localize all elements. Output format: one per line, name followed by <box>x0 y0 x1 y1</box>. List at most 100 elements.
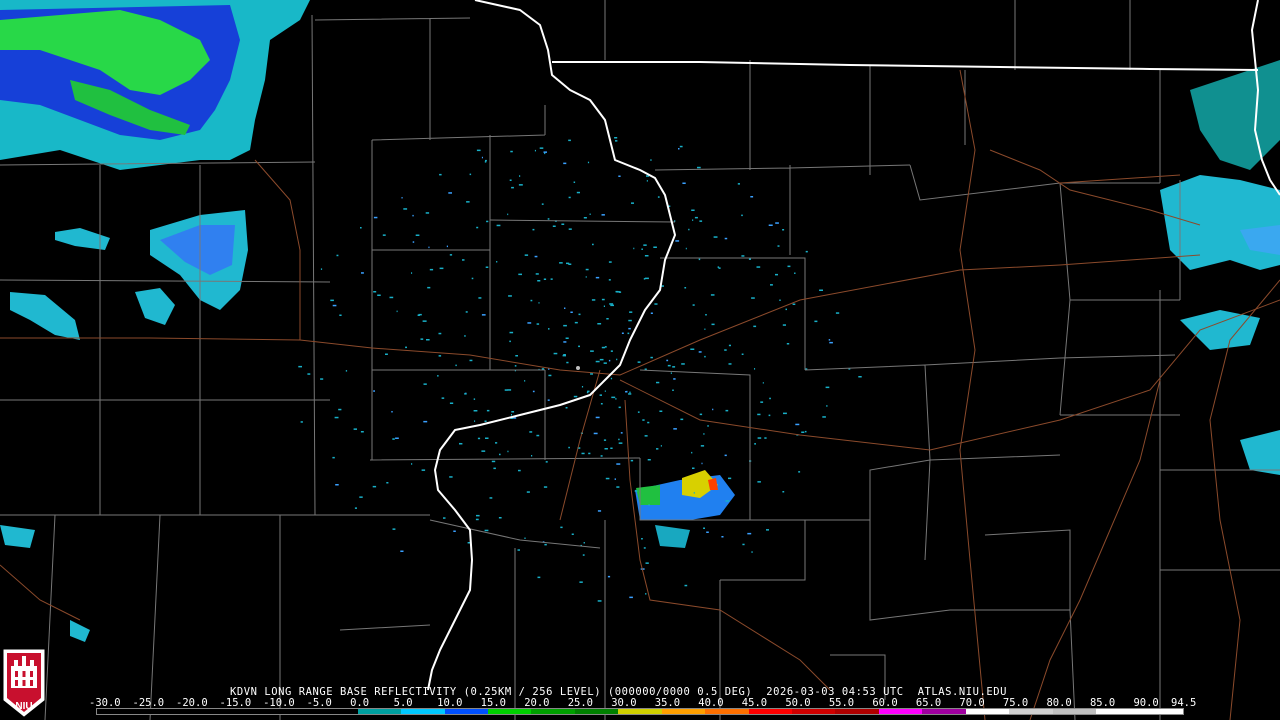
clutter-speck <box>647 459 651 461</box>
clutter-speck <box>334 416 339 419</box>
clutter-speck <box>717 266 720 268</box>
clutter-speck <box>678 148 680 150</box>
clutter-speck <box>814 320 818 323</box>
clutter-speck <box>630 459 634 462</box>
clutter-speck <box>618 406 621 409</box>
clutter-speck <box>469 359 473 362</box>
clutter-speck <box>389 296 394 299</box>
clutter-speck <box>692 467 695 469</box>
clutter-speck <box>615 398 617 400</box>
clutter-speck <box>629 391 631 394</box>
clutter-speck <box>643 547 646 549</box>
clutter-speck <box>539 147 544 149</box>
clutter-speck <box>737 183 740 185</box>
clutter-speck <box>573 395 578 398</box>
colorbar-segment <box>792 709 836 714</box>
clutter-speck <box>478 297 482 299</box>
colorbar-segment <box>357 709 402 714</box>
clutter-speck <box>641 248 643 250</box>
colorbar-segment <box>314 709 358 714</box>
clutter-speck <box>581 452 585 455</box>
clutter-speck <box>320 268 323 270</box>
clutter-speck <box>485 437 489 439</box>
clutter-speck <box>618 438 620 441</box>
clutter-speck <box>563 324 567 327</box>
clutter-speck <box>766 529 769 531</box>
clutter-speck <box>536 434 540 437</box>
clutter-speck <box>504 389 508 391</box>
clutter-speck <box>604 390 606 392</box>
colorbar-segment <box>401 709 445 714</box>
clutter-speck <box>568 196 571 199</box>
clutter-speck <box>511 186 514 189</box>
clutter-speck <box>753 325 757 328</box>
clutter-speck <box>645 562 649 564</box>
clutter-speck <box>825 386 830 389</box>
colorbar-segment <box>922 709 966 714</box>
clutter-speck <box>747 532 752 535</box>
clutter-speck <box>495 442 498 444</box>
clutter-speck <box>795 423 800 426</box>
clutter-speck <box>515 355 518 357</box>
clutter-speck <box>728 344 731 347</box>
clutter-speck <box>534 149 536 152</box>
clutter-speck <box>453 530 456 532</box>
clutter-speck <box>332 456 335 459</box>
clutter-speck <box>570 311 573 313</box>
clutter-speck <box>616 358 618 361</box>
clutter-speck <box>588 452 591 455</box>
clutter-speck <box>552 225 556 227</box>
clutter-speck <box>486 409 490 412</box>
clutter-speck <box>684 584 688 587</box>
clutter-speck <box>438 355 442 357</box>
clutter-speck <box>443 517 446 519</box>
clutter-speck <box>603 305 605 307</box>
clutter-speck <box>527 322 532 324</box>
clutter-speck <box>336 254 339 257</box>
clutter-speck <box>672 366 676 368</box>
clutter-speck <box>692 304 695 306</box>
colorbar-segment <box>965 709 1010 714</box>
clutter-speck <box>704 328 706 330</box>
clutter-speck <box>650 312 653 314</box>
clutter-speck <box>591 299 596 301</box>
clutter-speck <box>597 323 602 325</box>
clutter-speck <box>741 214 743 217</box>
clutter-speck <box>603 362 607 364</box>
clutter-speck <box>392 438 395 440</box>
clutter-speck <box>485 159 487 162</box>
clutter-speck <box>537 280 541 282</box>
colorbar-segment <box>748 709 792 714</box>
clutter-speck <box>439 173 442 176</box>
clutter-speck <box>550 278 553 280</box>
clutter-speck <box>724 349 727 351</box>
clutter-speck <box>335 484 339 486</box>
clutter-speck <box>607 575 611 578</box>
clutter-speck <box>628 319 632 322</box>
clutter-speck <box>712 408 714 411</box>
clutter-speck <box>614 137 618 139</box>
clutter-speck <box>307 373 311 375</box>
clutter-speck <box>673 428 677 430</box>
clutter-speck <box>590 350 594 352</box>
clutter-speck <box>610 377 613 380</box>
clutter-speck <box>601 298 605 301</box>
clutter-speck <box>438 332 442 335</box>
clutter-speck <box>566 361 569 364</box>
clutter-speck <box>429 268 434 271</box>
clutter-speck <box>484 420 487 422</box>
clutter-speck <box>518 273 522 276</box>
clutter-speck <box>764 437 767 439</box>
clutter-speck <box>536 323 540 325</box>
colorbar-segment <box>835 709 879 714</box>
clutter-speck <box>411 272 413 274</box>
colorbar-segment <box>661 709 706 714</box>
clutter-speck <box>625 391 628 393</box>
clutter-speck <box>648 504 650 506</box>
clutter-speck <box>421 469 426 471</box>
clutter-speck <box>423 383 427 385</box>
clutter-speck <box>511 411 515 413</box>
clutter-speck <box>481 314 486 316</box>
clutter-speck <box>405 346 407 349</box>
clutter-speck <box>534 255 538 258</box>
